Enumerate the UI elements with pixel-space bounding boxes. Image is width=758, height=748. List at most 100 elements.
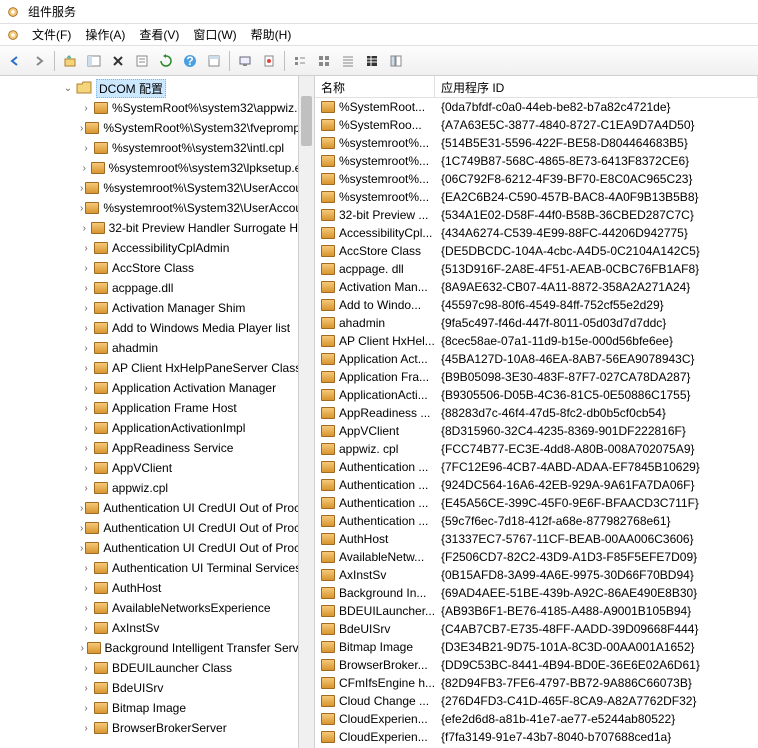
list-row[interactable]: AvailableNetw...{F2506CD7-82C2-43D9-A1D3… — [315, 548, 758, 566]
expand-icon[interactable]: › — [80, 162, 89, 174]
list-row[interactable]: BDEUILauncher...{AB93B6F1-BE76-4185-A488… — [315, 602, 758, 620]
expand-icon[interactable]: › — [80, 722, 92, 734]
list-row[interactable]: 32-bit Preview ...{534A1E02-D58F-44f0-B5… — [315, 206, 758, 224]
expand-icon[interactable]: › — [80, 442, 92, 454]
expand-icon[interactable]: › — [80, 602, 92, 614]
view5-button[interactable] — [385, 50, 407, 72]
tree-item[interactable]: ›BDEUILauncher Class — [0, 658, 314, 678]
expand-icon[interactable]: › — [80, 262, 92, 274]
list-row[interactable]: Authentication ...{7FC12E96-4CB7-4ABD-AD… — [315, 458, 758, 476]
list-row[interactable]: Authentication ...{E45A56CE-399C-45F0-9E… — [315, 494, 758, 512]
expand-icon[interactable]: › — [80, 362, 92, 374]
tree-item[interactable]: ›Add to Windows Media Player list — [0, 318, 314, 338]
list-row[interactable]: %SystemRoo...{A7A63E5C-3877-4840-8727-C1… — [315, 116, 758, 134]
tree-item[interactable]: ›acppage.dll — [0, 278, 314, 298]
list-row[interactable]: AppReadiness ...{88283d7c-46f4-47d5-8fc2… — [315, 404, 758, 422]
tree-item[interactable]: ›AuthHost — [0, 578, 314, 598]
tree-item[interactable]: ›%systemroot%\system32\lpksetup.exe — [0, 158, 314, 178]
tree-item[interactable]: ›BrowserBrokerServer — [0, 718, 314, 738]
list-row[interactable]: AccStore Class{DE5DBCDC-104A-4cbc-A4D5-0… — [315, 242, 758, 260]
tree-item[interactable]: ›BdeUISrv — [0, 678, 314, 698]
tree-item[interactable]: ›%systemroot%\System32\UserAccountContro… — [0, 178, 314, 198]
expand-icon[interactable]: › — [80, 382, 92, 394]
tree-item[interactable]: ›ApplicationActivationImpl — [0, 418, 314, 438]
list-row[interactable]: AP Client HxHel...{8cec58ae-07a1-11d9-b1… — [315, 332, 758, 350]
delete-button[interactable] — [107, 50, 129, 72]
expand-icon[interactable]: › — [80, 642, 85, 654]
expand-icon[interactable]: › — [80, 662, 92, 674]
list-row[interactable]: AppVClient{8D315960-32C4-4235-8369-901DF… — [315, 422, 758, 440]
list-row[interactable]: %systemroot%...{06C792F8-6212-4F39-BF70-… — [315, 170, 758, 188]
expand-icon[interactable]: › — [80, 142, 92, 154]
list-row[interactable]: %SystemRoot...{0da7bfdf-c0a0-44eb-be82-b… — [315, 98, 758, 116]
tree-item[interactable]: ›%systemroot%\System32\UserAccountContro… — [0, 198, 314, 218]
expand-icon[interactable]: › — [80, 282, 92, 294]
expand-icon[interactable]: › — [80, 122, 83, 134]
list-row[interactable]: Bitmap Image{D3E34B21-9D75-101A-8C3D-00A… — [315, 638, 758, 656]
expand-icon[interactable]: › — [80, 182, 83, 194]
new-window-button[interactable] — [203, 50, 225, 72]
tree-item[interactable]: ›Application Activation Manager — [0, 378, 314, 398]
expand-icon[interactable]: › — [80, 462, 92, 474]
list-row[interactable]: %systemroot%...{514B5E31-5596-422F-BE58-… — [315, 134, 758, 152]
refresh-button[interactable] — [155, 50, 177, 72]
expand-icon[interactable]: › — [80, 242, 92, 254]
menu-file[interactable]: 文件(F) — [26, 24, 77, 45]
list-row[interactable]: appwiz. cpl{FCC74B77-EC3E-4dd8-A80B-008A… — [315, 440, 758, 458]
list-row[interactable]: AccessibilityCpl...{434A6274-C539-4E99-8… — [315, 224, 758, 242]
tree-item[interactable]: ›%systemroot%\system32\intl.cpl — [0, 138, 314, 158]
list-row[interactable]: BrowserBroker...{DD9C53BC-8441-4B94-BD0E… — [315, 656, 758, 674]
expand-icon[interactable]: › — [80, 682, 92, 694]
expand-icon[interactable]: › — [80, 522, 83, 534]
expand-icon[interactable]: › — [80, 202, 83, 214]
view2-button[interactable] — [313, 50, 335, 72]
list-row[interactable]: Authentication ...{924DC564-16A6-42EB-92… — [315, 476, 758, 494]
forward-button[interactable] — [28, 50, 50, 72]
list-row[interactable]: CloudExperien...{efe2d6d8-a81b-41e7-ae77… — [315, 710, 758, 728]
tree-item[interactable]: ›appwiz.cpl — [0, 478, 314, 498]
tree-scrollbar[interactable] — [298, 76, 314, 748]
list-row[interactable]: Cloud Change ...{276D4FD3-C41D-465F-8CA9… — [315, 692, 758, 710]
list-row[interactable]: AxInstSv{0B15AFD8-3A99-4A6E-9975-30D66F7… — [315, 566, 758, 584]
list-row[interactable]: CloudExperien...{f7fa3149-91e7-43b7-8040… — [315, 728, 758, 746]
expand-icon[interactable]: › — [80, 422, 92, 434]
expand-icon[interactable]: › — [80, 502, 83, 514]
tree-item[interactable]: ›Activation Manager Shim — [0, 298, 314, 318]
expand-icon[interactable]: › — [80, 402, 92, 414]
tree-item[interactable]: ›%SystemRoot%\System32\fveprompt.exe — [0, 118, 314, 138]
tree-item[interactable]: ›AccessibilityCplAdmin — [0, 238, 314, 258]
tree-item[interactable]: ›Authentication UI CredUI Out of Proc He… — [0, 538, 314, 558]
tree-item[interactable]: ›Authentication UI CredUI Out of Proc He… — [0, 518, 314, 538]
expand-icon[interactable]: › — [80, 582, 92, 594]
tree-item[interactable]: ›AvailableNetworksExperience — [0, 598, 314, 618]
list-row[interactable]: ahadmin{9fa5c497-f46d-447f-8011-05d03d7d… — [315, 314, 758, 332]
list-row[interactable]: Background In...{69AD4AEE-51BE-439b-A92C… — [315, 584, 758, 602]
tree-item[interactable]: ›Bitmap Image — [0, 698, 314, 718]
tree-item[interactable]: ›AppVClient — [0, 458, 314, 478]
list-row[interactable]: ApplicationActi...{B9305506-D05B-4C36-81… — [315, 386, 758, 404]
list-row[interactable]: %systemroot%...{1C749B87-568C-4865-8E73-… — [315, 152, 758, 170]
computer-button[interactable] — [234, 50, 256, 72]
view1-button[interactable] — [289, 50, 311, 72]
menu-window[interactable]: 窗口(W) — [187, 24, 242, 45]
expand-icon[interactable]: › — [80, 322, 92, 334]
collapse-icon[interactable]: ⌄ — [62, 82, 74, 94]
expand-icon[interactable]: › — [80, 482, 92, 494]
expand-icon[interactable]: › — [80, 542, 83, 554]
tree-item[interactable]: ›Authentication UI Terminal Services — [0, 558, 314, 578]
list-row[interactable]: CFmIfsEngine h...{82D94FB3-7FE6-4797-BB7… — [315, 674, 758, 692]
tree-item[interactable]: ›Background Intelligent Transfer Service — [0, 638, 314, 658]
list-row[interactable]: Activation Man...{8A9AE632-CB07-4A11-887… — [315, 278, 758, 296]
properties-button[interactable] — [131, 50, 153, 72]
event-button[interactable] — [258, 50, 280, 72]
col-appid[interactable]: 应用程序 ID — [435, 76, 758, 97]
expand-icon[interactable]: › — [80, 342, 92, 354]
list-row[interactable]: %systemroot%...{EA2C6B24-C590-457B-BAC8-… — [315, 188, 758, 206]
expand-icon[interactable]: › — [80, 562, 92, 574]
help-button[interactable]: ? — [179, 50, 201, 72]
tree-item[interactable]: ›Application Frame Host — [0, 398, 314, 418]
list-row[interactable]: BdeUISrv{C4AB7CB7-E735-48FF-AADD-39D0966… — [315, 620, 758, 638]
list-row[interactable]: Add to Windo...{45597c98-80f6-4549-84ff-… — [315, 296, 758, 314]
tree-item[interactable]: ›AppReadiness Service — [0, 438, 314, 458]
list-row[interactable]: Application Act...{45BA127D-10A8-46EA-8A… — [315, 350, 758, 368]
